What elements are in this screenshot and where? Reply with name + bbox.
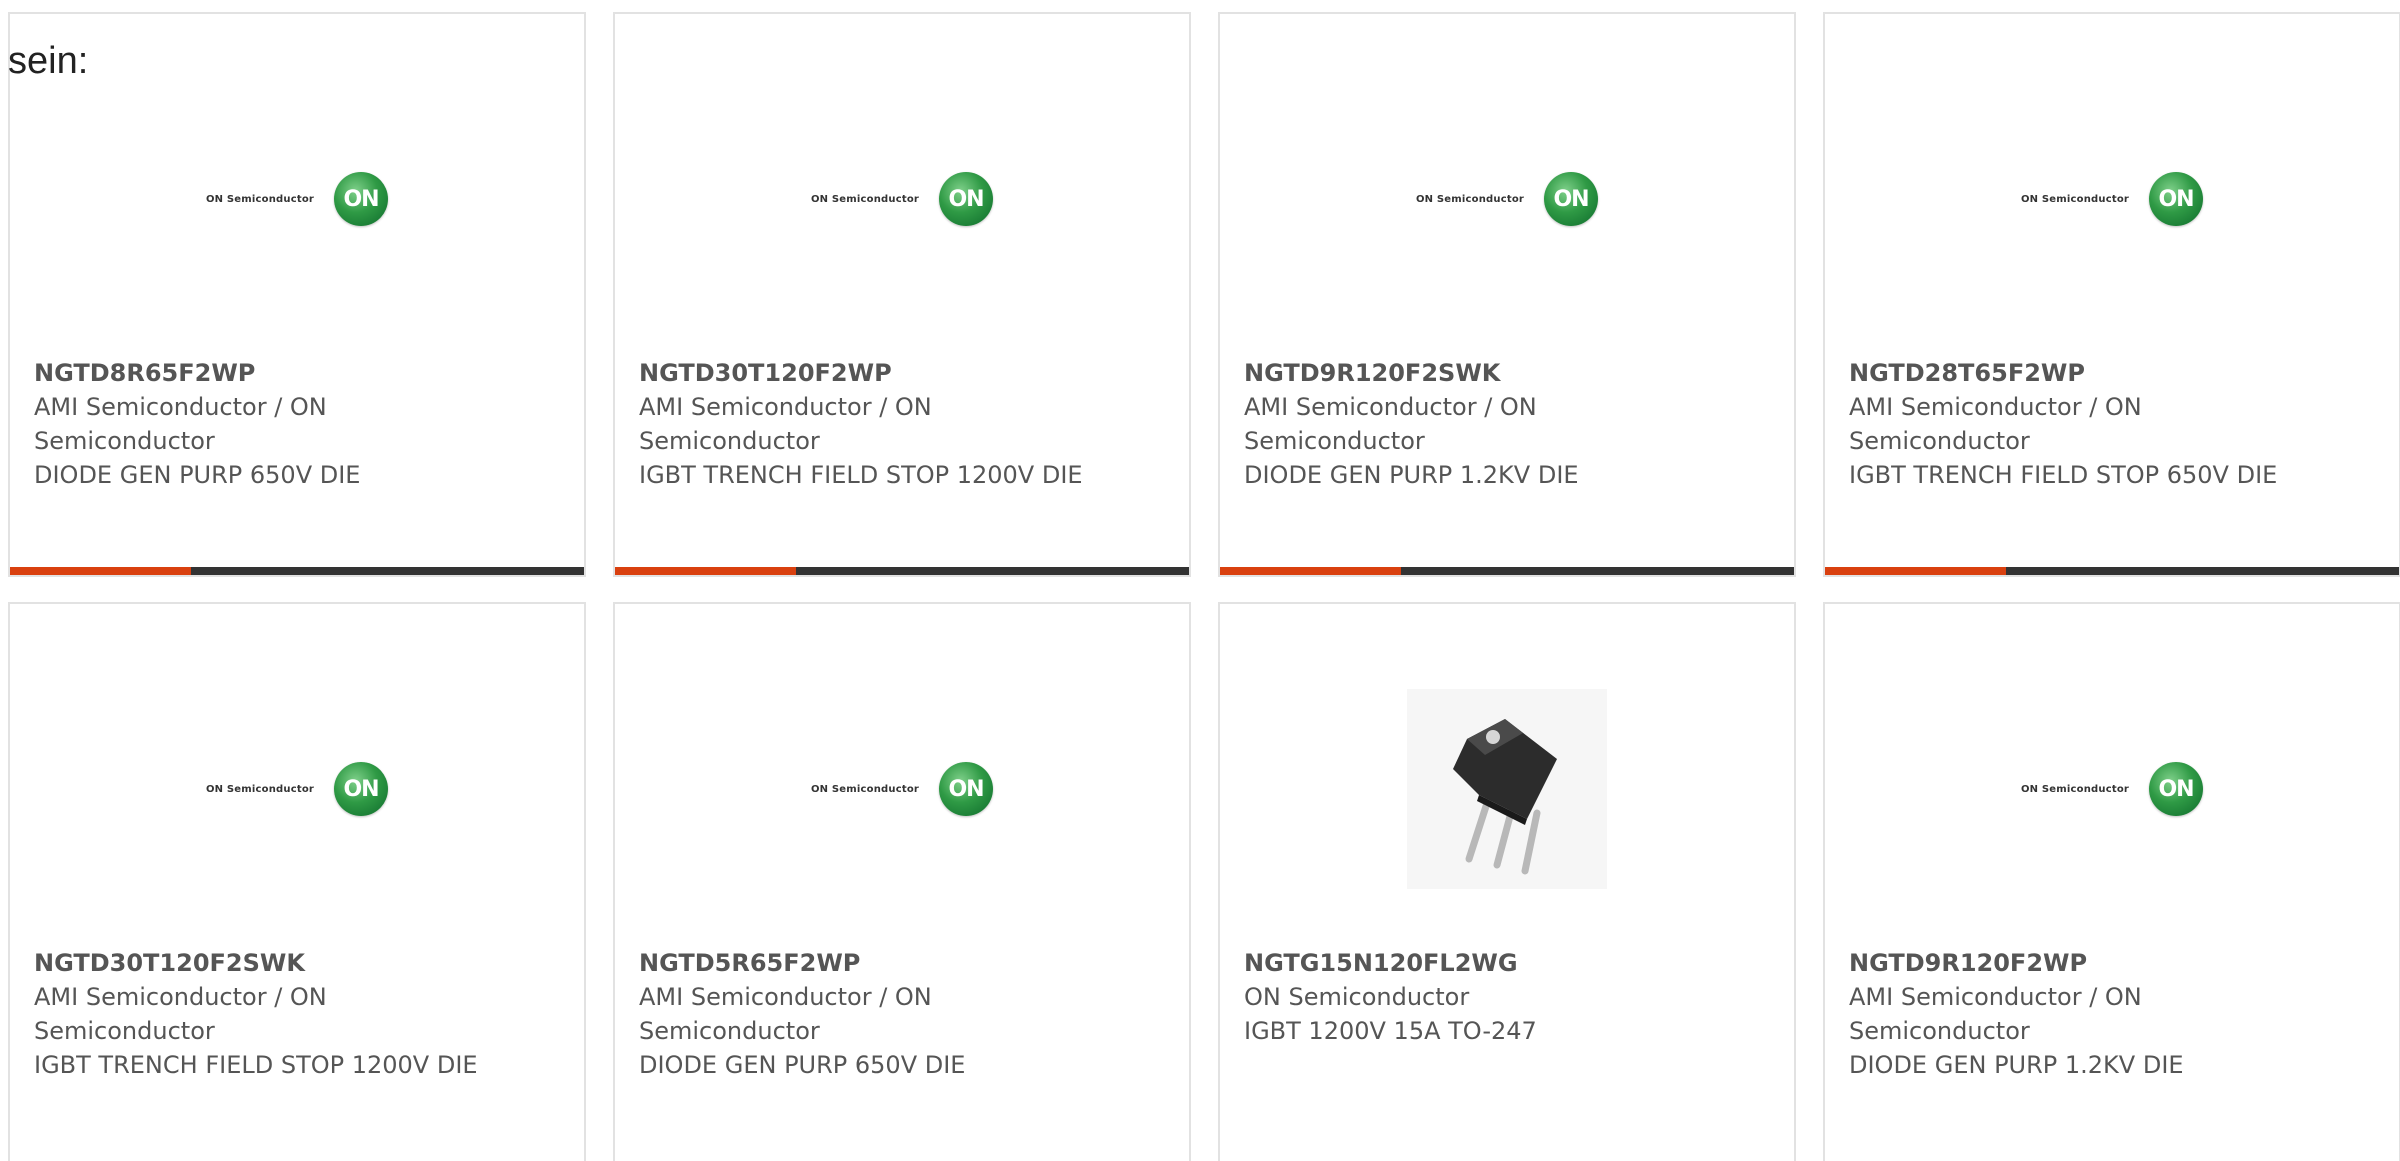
on-semiconductor-logo: ON Semiconductor ON — [810, 172, 994, 226]
product-image[interactable]: ON Semiconductor ON — [1825, 114, 2399, 284]
description: IGBT TRENCH FIELD STOP 1200V DIE — [34, 1051, 478, 1079]
on-logo-icon: ON — [2149, 172, 2204, 226]
product-info: NGTD30T120F2WP AMI Semiconductor / ON Se… — [639, 356, 1109, 492]
logo-text: ON Semiconductor — [810, 193, 920, 205]
on-logo-icon: ON — [334, 172, 389, 226]
card-progress-bar — [1825, 567, 2399, 575]
product-card[interactable]: ON Semiconductor ON NGTD28T65F2WP AMI Se… — [1823, 12, 2400, 577]
description: IGBT TRENCH FIELD STOP 650V DIE — [1849, 461, 2278, 489]
product-info: NGTG15N120FL2WG ON Semiconductor IGBT 12… — [1244, 946, 1714, 1048]
card-progress-fill — [615, 567, 796, 575]
card-progress-fill — [10, 567, 191, 575]
manufacturer: ON Semiconductor — [1244, 983, 1470, 1011]
manufacturer: AMI Semiconductor / ON Semiconductor — [639, 393, 932, 455]
manufacturer: AMI Semiconductor / ON Semiconductor — [1849, 393, 2142, 455]
part-number-link[interactable]: NGTD9R120F2WP — [1849, 946, 2319, 980]
manufacturer: AMI Semiconductor / ON Semiconductor — [639, 983, 932, 1045]
card-progress-bar — [615, 567, 1189, 575]
description: IGBT 1200V 15A TO-247 — [1244, 1017, 1537, 1045]
card-progress-fill — [1220, 567, 1401, 575]
manufacturer: AMI Semiconductor / ON Semiconductor — [1849, 983, 2142, 1045]
product-card[interactable]: ON Semiconductor ON NGTD9R120F2SWK AMI S… — [1218, 12, 1796, 577]
part-number-link[interactable]: NGTG15N120FL2WG — [1244, 946, 1714, 980]
on-semiconductor-logo: ON Semiconductor ON — [1415, 172, 1599, 226]
on-semiconductor-logo: ON Semiconductor ON — [205, 762, 389, 816]
manufacturer: AMI Semiconductor / ON Semiconductor — [34, 983, 327, 1045]
product-info: NGTD30T120F2SWK AMI Semiconductor / ON S… — [34, 946, 504, 1082]
part-number-link[interactable]: NGTD30T120F2SWK — [34, 946, 504, 980]
part-number-link[interactable]: NGTD28T65F2WP — [1849, 356, 2319, 390]
product-info: NGTD8R65F2WP AMI Semiconductor / ON Semi… — [34, 356, 504, 492]
logo-text: ON Semiconductor — [2020, 783, 2130, 795]
to-247-transistor-photo — [1407, 689, 1607, 889]
description: IGBT TRENCH FIELD STOP 1200V DIE — [639, 461, 1083, 489]
manufacturer: AMI Semiconductor / ON Semiconductor — [34, 393, 327, 455]
on-logo-icon: ON — [939, 762, 994, 816]
product-image[interactable]: ON Semiconductor ON — [10, 114, 584, 284]
logo-text: ON Semiconductor — [2020, 193, 2130, 205]
intro-text: sein: — [8, 40, 89, 82]
on-logo-icon: ON — [2149, 762, 2204, 816]
product-image[interactable]: ON Semiconductor ON — [615, 114, 1189, 284]
card-progress-bar — [1220, 567, 1794, 575]
logo-text: ON Semiconductor — [810, 783, 920, 795]
product-card[interactable]: NGTG15N120FL2WG ON Semiconductor IGBT 12… — [1218, 602, 1796, 1161]
logo-text: ON Semiconductor — [205, 783, 315, 795]
product-image[interactable]: ON Semiconductor ON — [615, 704, 1189, 874]
part-number-link[interactable]: NGTD8R65F2WP — [34, 356, 504, 390]
product-info: NGTD9R120F2WP AMI Semiconductor / ON Sem… — [1849, 946, 2319, 1082]
product-image[interactable] — [1220, 689, 1794, 889]
product-info: NGTD9R120F2SWK AMI Semiconductor / ON Se… — [1244, 356, 1714, 492]
logo-text: ON Semiconductor — [205, 193, 315, 205]
page: sein: ON Semiconductor ON NGTD8R65F2WP A… — [0, 0, 2400, 1161]
on-semiconductor-logo: ON Semiconductor ON — [2020, 172, 2204, 226]
part-number-link[interactable]: NGTD5R65F2WP — [639, 946, 1109, 980]
description: DIODE GEN PURP 650V DIE — [34, 461, 361, 489]
on-logo-icon: ON — [1544, 172, 1599, 226]
card-progress-bar — [10, 567, 584, 575]
product-image[interactable]: ON Semiconductor ON — [10, 704, 584, 874]
logo-text: ON Semiconductor — [1415, 193, 1525, 205]
on-semiconductor-logo: ON Semiconductor ON — [810, 762, 994, 816]
product-card[interactable]: ON Semiconductor ON NGTD8R65F2WP AMI Sem… — [8, 12, 586, 577]
part-number-link[interactable]: NGTD30T120F2WP — [639, 356, 1109, 390]
description: DIODE GEN PURP 1.2KV DIE — [1849, 1051, 2184, 1079]
on-semiconductor-logo: ON Semiconductor ON — [205, 172, 389, 226]
product-image[interactable]: ON Semiconductor ON — [1220, 114, 1794, 284]
product-image[interactable]: ON Semiconductor ON — [1825, 704, 2399, 874]
product-grid: ON Semiconductor ON NGTD8R65F2WP AMI Sem… — [8, 12, 2400, 1161]
product-card[interactable]: ON Semiconductor ON NGTD5R65F2WP AMI Sem… — [613, 602, 1191, 1161]
on-logo-icon: ON — [939, 172, 994, 226]
transistor-icon — [1453, 719, 1557, 875]
product-card[interactable]: ON Semiconductor ON NGTD30T120F2WP AMI S… — [613, 12, 1191, 577]
product-info: NGTD28T65F2WP AMI Semiconductor / ON Sem… — [1849, 356, 2319, 492]
manufacturer: AMI Semiconductor / ON Semiconductor — [1244, 393, 1537, 455]
on-logo-icon: ON — [334, 762, 389, 816]
description: DIODE GEN PURP 1.2KV DIE — [1244, 461, 1579, 489]
product-card[interactable]: ON Semiconductor ON NGTD30T120F2SWK AMI … — [8, 602, 586, 1161]
on-semiconductor-logo: ON Semiconductor ON — [2020, 762, 2204, 816]
part-number-link[interactable]: NGTD9R120F2SWK — [1244, 356, 1714, 390]
description: DIODE GEN PURP 650V DIE — [639, 1051, 966, 1079]
product-card[interactable]: ON Semiconductor ON NGTD9R120F2WP AMI Se… — [1823, 602, 2400, 1161]
card-progress-fill — [1825, 567, 2006, 575]
product-info: NGTD5R65F2WP AMI Semiconductor / ON Semi… — [639, 946, 1109, 1082]
